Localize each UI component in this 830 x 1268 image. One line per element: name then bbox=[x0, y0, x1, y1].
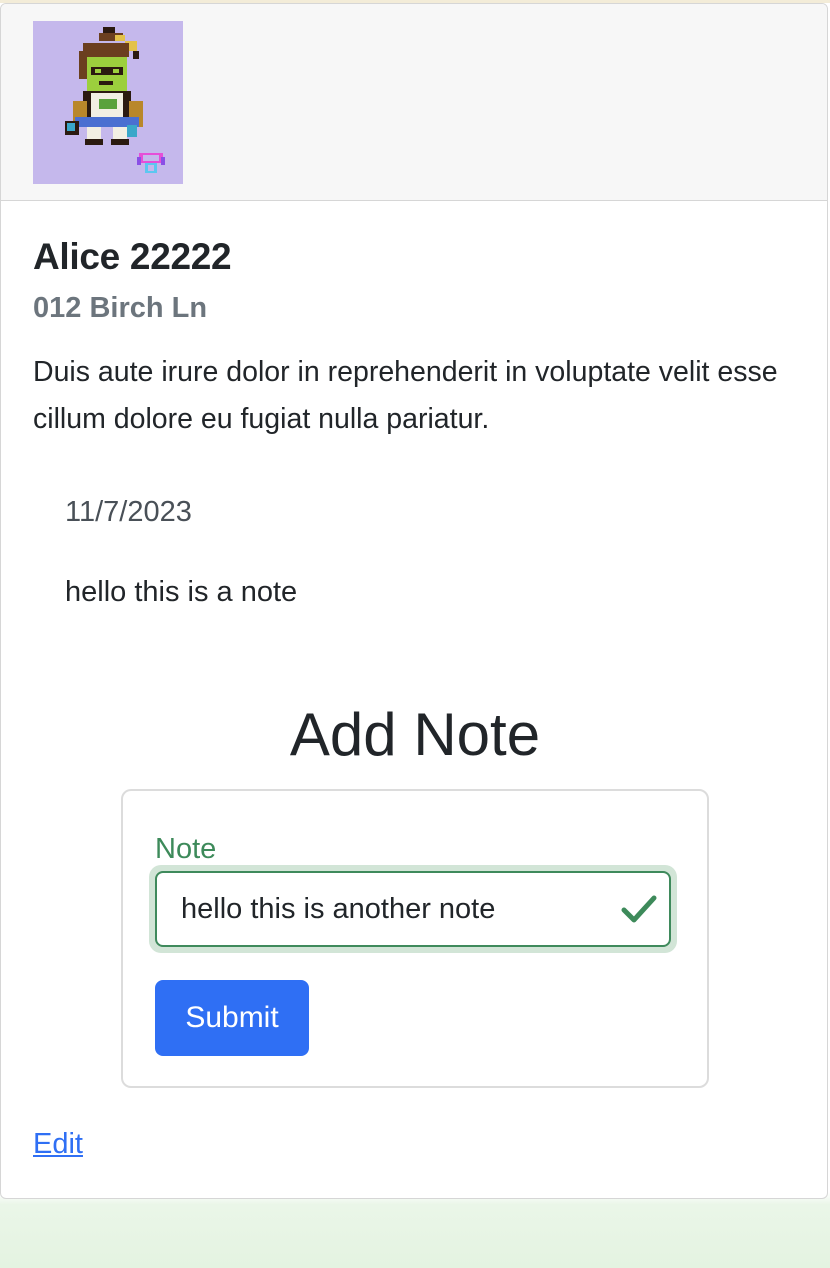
pixel-art-avatar-icon bbox=[65, 27, 165, 173]
profile-card: Alice 22222 012 Birch Ln Duis aute irure… bbox=[0, 3, 828, 1199]
submit-button[interactable]: Submit bbox=[155, 980, 309, 1056]
note-field[interactable] bbox=[155, 871, 671, 947]
note-field-focus-ring bbox=[149, 865, 677, 953]
add-note-form: Note Submit bbox=[121, 789, 709, 1088]
profile-name: Alice 22222 bbox=[33, 236, 232, 277]
profile-description: Duis aute irure dolor in reprehenderit i… bbox=[33, 356, 778, 435]
add-note-title: Add Note bbox=[289, 701, 541, 768]
check-icon bbox=[621, 895, 657, 923]
note-date: 11/7/2023 bbox=[65, 496, 192, 528]
profile-address: 012 Birch Ln bbox=[33, 292, 208, 324]
card-header bbox=[1, 4, 827, 201]
note-text: hello this is a note bbox=[65, 576, 298, 608]
avatar bbox=[33, 21, 183, 184]
edit-link[interactable]: Edit bbox=[33, 1128, 83, 1161]
note-field-label: Note bbox=[155, 833, 217, 865]
